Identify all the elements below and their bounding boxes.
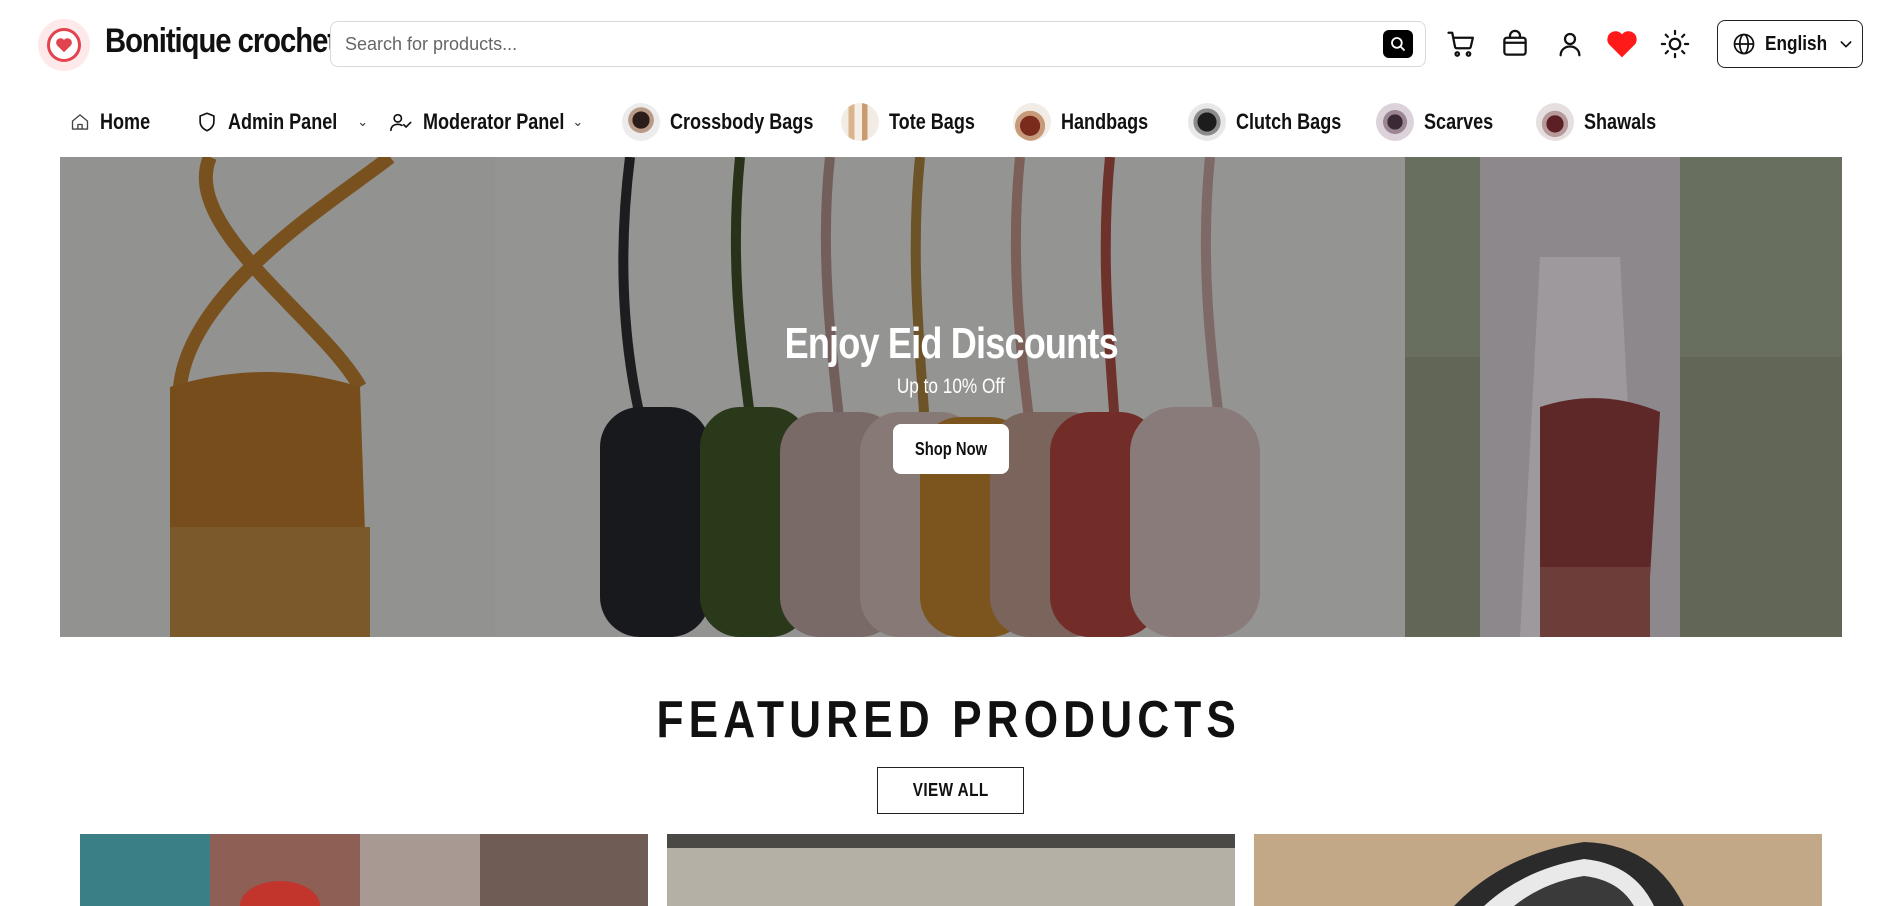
nav-label: Crossbody Bags <box>670 109 814 134</box>
product-image <box>1254 834 1822 906</box>
wishlist-button[interactable] <box>1604 26 1640 62</box>
nav-home[interactable]: Home <box>70 88 161 156</box>
nav-label: Home <box>100 109 151 134</box>
handbags-thumbnail <box>1013 103 1051 141</box>
product-card[interactable] <box>80 834 648 906</box>
clutch-bags-thumbnail <box>1188 103 1226 141</box>
user-icon <box>1559 32 1581 57</box>
hero-title: Enjoy Eid Discounts <box>784 319 1118 368</box>
nav-handbags[interactable]: Handbags <box>1013 88 1167 156</box>
category-nav: Home Admin Panel ⌄ Moderator Panel ⌄ Cro… <box>0 88 1898 156</box>
heart-logo-icon <box>47 28 81 62</box>
shop-now-button[interactable]: Shop Now <box>893 424 1009 474</box>
brand-logo[interactable] <box>38 19 90 71</box>
brand-name[interactable]: Bonitique crochet <box>105 22 337 61</box>
featured-products-heading: FEATURED PRODUCTS <box>656 691 1242 749</box>
search-button[interactable] <box>1383 30 1413 58</box>
chevron-down-icon <box>1840 41 1852 48</box>
globe-icon <box>1733 33 1755 55</box>
language-label: English <box>1765 32 1828 55</box>
product-image <box>80 834 648 906</box>
chevron-down-icon: ⌄ <box>572 114 584 129</box>
product-image <box>667 834 1235 906</box>
crossbody-bags-thumbnail <box>622 103 660 141</box>
tote-bags-thumbnail <box>841 103 879 141</box>
search-bar <box>330 21 1426 67</box>
nav-crossbody-bags[interactable]: Crossbody Bags <box>622 88 845 156</box>
nav-shawals[interactable]: Shawals <box>1536 88 1672 156</box>
nav-label: Tote Bags <box>889 109 975 134</box>
hero-subtitle: Up to 10% Off <box>897 375 1005 398</box>
view-all-button[interactable]: VIEW ALL <box>877 767 1024 814</box>
nav-label: Scarves <box>1424 109 1494 134</box>
nav-tote-bags[interactable]: Tote Bags <box>841 88 994 156</box>
nav-label: Admin Panel <box>228 109 338 134</box>
hero-banner: Enjoy Eid Discounts Up to 10% Off Shop N… <box>60 157 1842 637</box>
cart-icon <box>1447 31 1474 57</box>
scarves-thumbnail <box>1376 103 1414 141</box>
nav-moderator-panel[interactable]: Moderator Panel ⌄ <box>389 88 583 156</box>
nav-admin-panel[interactable]: Admin Panel ⌄ <box>196 88 368 156</box>
nav-label: Moderator Panel <box>423 109 565 134</box>
search-icon <box>1391 37 1405 51</box>
nav-label: Handbags <box>1061 109 1149 134</box>
theme-toggle[interactable] <box>1657 26 1693 62</box>
search-input[interactable] <box>345 22 1345 66</box>
language-selector[interactable]: English <box>1717 20 1863 68</box>
sun-icon <box>1660 29 1690 59</box>
nav-scarves[interactable]: Scarves <box>1376 88 1508 156</box>
site-header: Bonitique crochet English <box>0 0 1898 88</box>
heart-icon <box>1607 31 1637 58</box>
product-card[interactable] <box>1254 834 1822 906</box>
nav-clutch-bags[interactable]: Clutch Bags <box>1188 88 1364 156</box>
user-check-icon <box>390 113 412 132</box>
product-card[interactable] <box>667 834 1235 906</box>
nav-label: Clutch Bags <box>1236 109 1342 134</box>
nav-label: Shawals <box>1584 109 1657 134</box>
account-button[interactable] <box>1552 26 1588 62</box>
cart-button[interactable] <box>1443 26 1479 62</box>
shawals-thumbnail <box>1536 103 1574 141</box>
orders-button[interactable] <box>1497 26 1533 62</box>
chevron-down-icon: ⌄ <box>357 114 369 129</box>
shield-icon <box>199 112 215 132</box>
shopping-bag-icon <box>1503 29 1527 56</box>
home-icon <box>71 114 89 130</box>
